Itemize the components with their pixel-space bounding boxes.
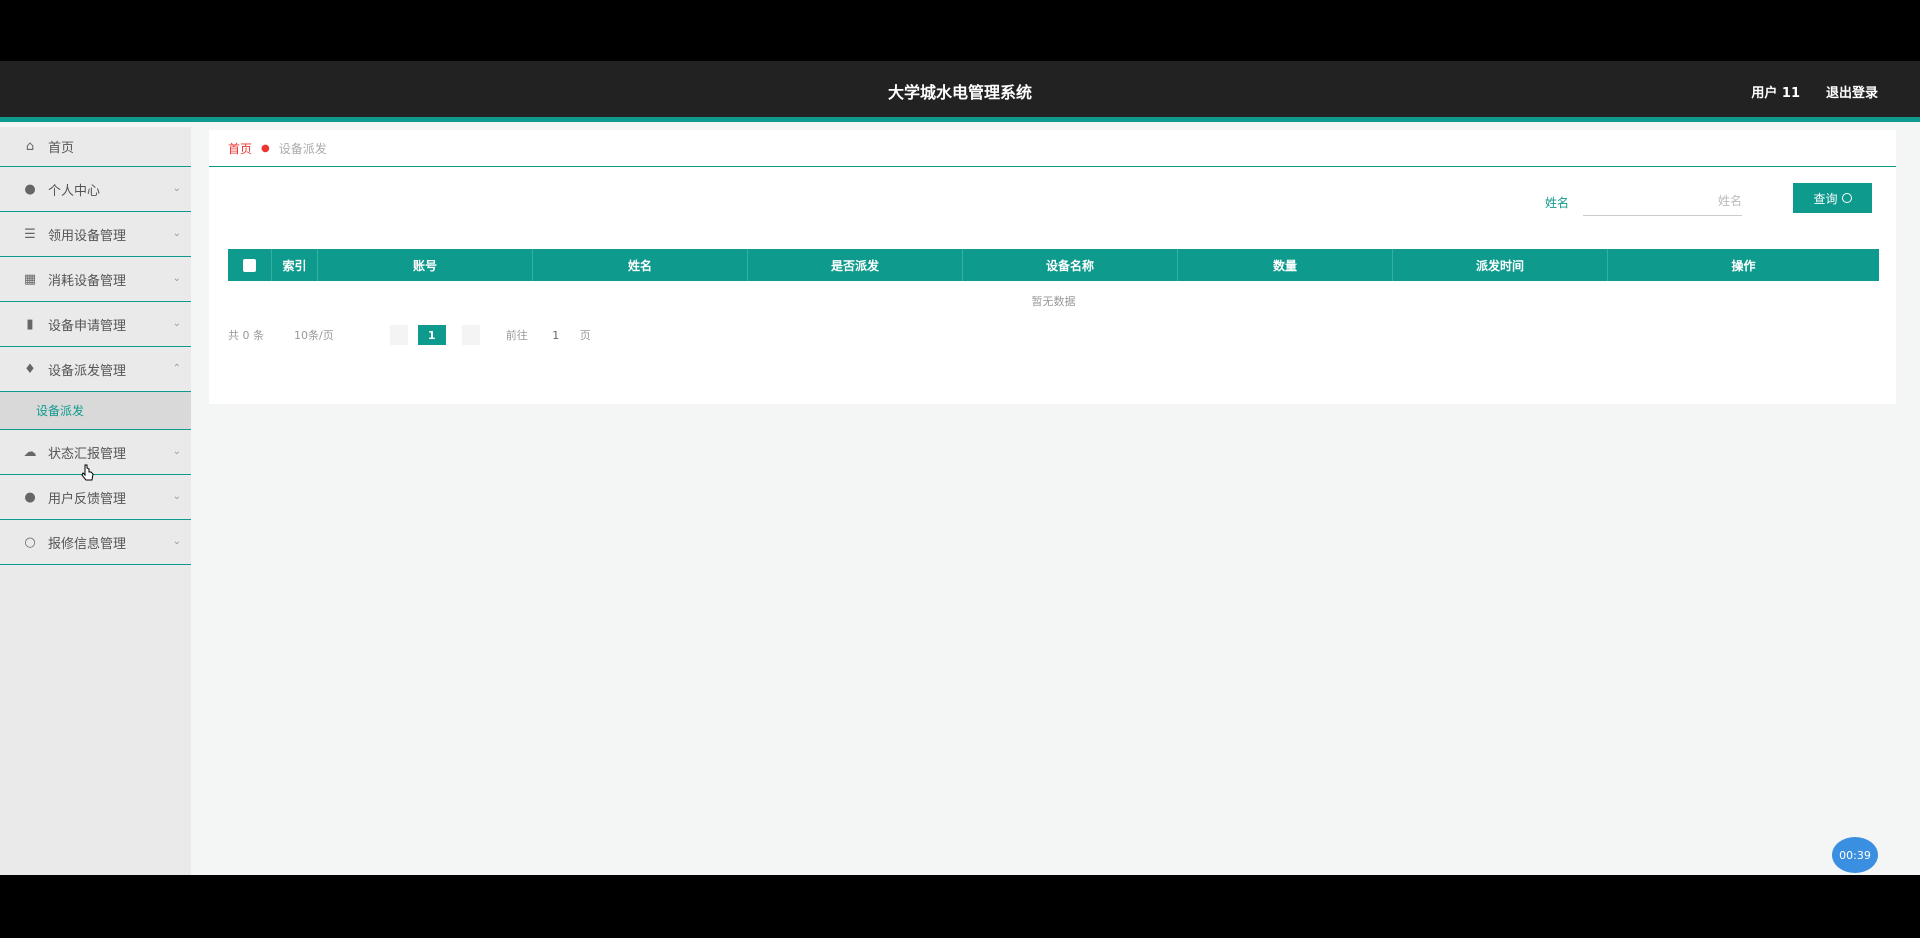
user-name: 用户 11 [1751, 86, 1800, 101]
pagination: 共 0 条 10条/页 1 前往 1 页 [228, 325, 591, 345]
prev-page-button[interactable] [389, 325, 408, 345]
page-size-select[interactable]: 10条/页 [294, 327, 334, 343]
chevron-down-icon: ⌄ [172, 446, 181, 457]
sidebar-item-label: 设备派发管理 [48, 363, 127, 379]
sidebar-item-equipment-consume[interactable]: ▦ 消耗设备管理 ⌄ [0, 257, 191, 302]
chevron-up-icon: ⌃ [172, 363, 181, 374]
chevron-down-icon: ⌄ [172, 318, 181, 329]
user-icon: ● [24, 181, 36, 197]
search-input[interactable] [1583, 186, 1742, 216]
chevron-down-icon: ⌄ [172, 183, 181, 194]
search-icon [1841, 193, 1852, 203]
sidebar: ⌂ 首页 ● 个人中心 ⌄ ☰ 领用设备管理 ⌄ ▦ 消耗设备管理 ⌄ ▮ 设备… [0, 127, 191, 875]
chevron-down-icon: ⌄ [172, 273, 181, 284]
pagination-total: 共 0 条 [228, 329, 264, 342]
recording-timer: 00:39 [1832, 837, 1878, 873]
home-icon: ⌂ [25, 139, 35, 154]
sidebar-item-home[interactable]: ⌂ 首页 [0, 127, 191, 167]
goto-label: 前往 [505, 329, 528, 342]
header: 大学城水电管理系统 用户 11 退出登录 [0, 61, 1920, 122]
page-unit-label: 页 [579, 329, 591, 342]
column-header: 索引 [272, 249, 318, 281]
logout-button[interactable]: 退出登录 [1826, 82, 1878, 101]
cloud-icon: ☁ [23, 444, 37, 460]
sidebar-item-label: 用户反馈管理 [48, 491, 127, 507]
stack-icon: ☰ [24, 226, 36, 242]
pin-icon: ♦ [24, 361, 36, 377]
sidebar-item-label: 设备申请管理 [48, 318, 127, 334]
sidebar-item-label: 报修信息管理 [48, 536, 127, 552]
breadcrumb-home[interactable]: 首页 [228, 140, 252, 157]
letterbox-top [0, 0, 1920, 61]
goto-page-input[interactable]: 1 [546, 329, 566, 342]
breadcrumb: 首页 ● 设备派发 [209, 130, 1896, 167]
column-header: 姓名 [533, 249, 748, 281]
bar-chart-icon: ▮ [26, 316, 34, 332]
table-header: 索引 账号 姓名 是否派发 设备名称 数量 派发时间 操作 [228, 249, 1879, 281]
main-panel: 首页 ● 设备派发 姓名 查询 索引 账号 姓名 是否派发 设备名称 数量 派发… [209, 130, 1896, 404]
sidebar-item-equipment-use[interactable]: ☰ 领用设备管理 ⌄ [0, 212, 191, 257]
select-all-checkbox[interactable] [228, 249, 272, 281]
sidebar-item-equipment-dispatch[interactable]: ♦ 设备派发管理 ⌃ [0, 347, 191, 392]
app-title: 大学城水电管理系统 [887, 83, 1032, 102]
query-button[interactable]: 查询 [1793, 183, 1872, 213]
chevron-down-icon: ⌄ [172, 536, 181, 547]
sidebar-item-status-report[interactable]: ☁ 状态汇报管理 ⌄ [0, 430, 191, 475]
empty-state: 暂无数据 [1031, 295, 1076, 308]
sidebar-item-feedback[interactable]: ● 用户反馈管理 ⌄ [0, 475, 191, 520]
column-header: 账号 [318, 249, 533, 281]
mouse-cursor-icon [81, 464, 94, 481]
app: 大学城水电管理系统 用户 11 退出登录 ⌂ 首页 ● 个人中心 ⌄ ☰ 领用设… [0, 61, 1920, 875]
column-header: 设备名称 [963, 249, 1178, 281]
sidebar-item-label: 领用设备管理 [48, 228, 127, 244]
column-header: 派发时间 [1393, 249, 1608, 281]
chevron-down-icon: ⌄ [172, 228, 181, 239]
sidebar-item-label: 首页 [48, 141, 75, 156]
data-table: 索引 账号 姓名 是否派发 设备名称 数量 派发时间 操作 暂无数据 [228, 249, 1879, 321]
sidebar-item-label: 状态汇报管理 [48, 446, 127, 462]
search-label: 姓名 [1545, 196, 1570, 210]
circle-icon: ○ [24, 534, 36, 550]
sidebar-item-label: 消耗设备管理 [48, 273, 127, 289]
column-header: 是否派发 [748, 249, 963, 281]
sidebar-item-label: 个人中心 [48, 183, 101, 199]
letterbox-bottom [0, 875, 1920, 938]
column-header: 数量 [1178, 249, 1393, 281]
breadcrumb-current: 设备派发 [278, 141, 327, 156]
person-icon: ● [24, 489, 36, 505]
query-button-label: 查询 [1813, 191, 1838, 206]
breadcrumb-separator-icon: ● [261, 142, 270, 154]
next-page-button[interactable] [461, 325, 480, 345]
sidebar-subitem-dispatch[interactable]: 设备派发 [0, 392, 191, 430]
column-header: 操作 [1731, 258, 1756, 273]
sidebar-item-repair[interactable]: ○ 报修信息管理 ⌄ [0, 520, 191, 565]
grid-icon: ▦ [23, 271, 37, 287]
sidebar-item-equipment-apply[interactable]: ▮ 设备申请管理 ⌄ [0, 302, 191, 347]
sidebar-item-profile[interactable]: ● 个人中心 ⌄ [0, 167, 191, 212]
chevron-down-icon: ⌄ [172, 491, 181, 502]
page-number-button[interactable]: 1 [417, 325, 446, 345]
